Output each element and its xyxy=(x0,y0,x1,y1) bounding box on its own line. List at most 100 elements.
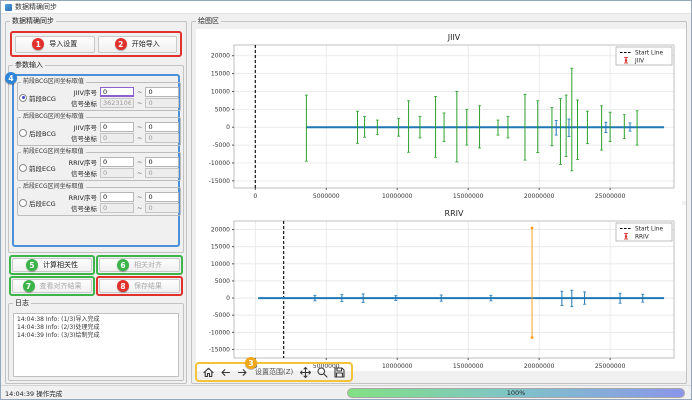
action-button-5[interactable]: 5计算相关性 xyxy=(12,258,92,272)
param-input-to[interactable] xyxy=(145,98,179,108)
svg-text:15000000: 15000000 xyxy=(453,193,484,200)
svg-text:-5000: -5000 xyxy=(213,142,231,149)
step-4-badge: 4 xyxy=(5,72,17,84)
svg-text:5000: 5000 xyxy=(215,106,230,113)
pan-icon[interactable] xyxy=(299,366,312,379)
log-line: 14:04:38 Info: (1/3)导入完成 xyxy=(17,316,175,324)
param-box: 前段BCG区间坐标取值前段BCGJIIV序号~信号坐标~ xyxy=(17,78,181,111)
param-label: 信号坐标 xyxy=(63,203,97,213)
log-line: 14:04:38 Info: (2/3)处理完成 xyxy=(17,324,175,332)
param-input-to[interactable] xyxy=(145,203,179,213)
app-window: 数据精确同步 数据精确同步 1 导入设置 2 开始导入 参数输入 4 前段BCG… xyxy=(0,0,692,400)
params-blue-box: 4 前段BCG区间坐标取值前段BCGJIIV序号~信号坐标~后段BCG区间坐标取… xyxy=(12,74,180,247)
svg-text:RRIV: RRIV xyxy=(635,235,649,241)
radio-dot-icon[interactable] xyxy=(19,199,27,207)
chart-jiiv[interactable]: -15000-10000-500005000100001500020000050… xyxy=(196,29,686,201)
param-input-to[interactable] xyxy=(145,122,179,132)
radio-dot-icon[interactable] xyxy=(19,164,27,172)
svg-text:15000: 15000 xyxy=(211,244,230,251)
param-input-from[interactable] xyxy=(100,87,134,97)
range-separator: ~ xyxy=(137,123,142,131)
svg-text:-10000: -10000 xyxy=(209,160,230,167)
start-import-button[interactable]: 2 开始导入 xyxy=(98,36,178,53)
action-button-box: 6相关对齐 xyxy=(96,255,183,275)
param-input-from[interactable] xyxy=(100,122,134,132)
action-button-box: 7查看对齐结果 xyxy=(9,276,95,296)
svg-text:10000: 10000 xyxy=(211,88,230,95)
action-buttons: 5计算相关性 6相关对齐 7查看对齐结果 8保存结果 xyxy=(9,255,183,297)
import-settings-label: 导入设置 xyxy=(49,39,77,49)
svg-text:-15000: -15000 xyxy=(209,346,230,353)
param-label: JIIV序号 xyxy=(63,87,97,97)
radio-label: 后段BCG xyxy=(29,128,56,138)
svg-text:RRIV: RRIV xyxy=(445,209,464,218)
chart-rriv[interactable]: -15000-10000-500005000100001500020000050… xyxy=(196,205,686,371)
param-input-to[interactable] xyxy=(145,133,179,143)
home-icon[interactable] xyxy=(202,366,215,379)
radio-前段ECG[interactable]: 前段ECG xyxy=(19,163,61,173)
set-range-label: 设置范围(Z) xyxy=(255,368,293,376)
param-input-from[interactable] xyxy=(100,203,134,213)
radio-dot-icon[interactable] xyxy=(19,129,27,137)
back-icon[interactable] xyxy=(219,366,232,379)
svg-text:15000000: 15000000 xyxy=(453,363,484,370)
radio-label: 前段BCG xyxy=(29,93,56,103)
step-8-badge: 8 xyxy=(117,280,129,292)
svg-text:-5000: -5000 xyxy=(213,312,231,319)
action-button-8[interactable]: 8保存结果 xyxy=(99,279,180,293)
param-box-title: 前段BCG区间坐标取值 xyxy=(21,78,86,86)
step-1-badge: 1 xyxy=(32,38,44,50)
svg-text:5000: 5000 xyxy=(215,278,230,285)
radio-label: 前段ECG xyxy=(29,163,56,173)
param-input-to[interactable] xyxy=(145,157,179,167)
param-input-to[interactable] xyxy=(145,168,179,178)
action-button-6[interactable]: 6相关对齐 xyxy=(99,258,180,272)
svg-text:25000000: 25000000 xyxy=(595,363,626,370)
param-box: 后段BCG区间坐标取值后段BCGJIIV序号~信号坐标~ xyxy=(17,113,181,146)
step-6-badge: 6 xyxy=(117,259,129,271)
left-panel-title: 数据精确同步 xyxy=(10,17,56,25)
param-box: 后段ECG区间坐标取值后段ECGRRIV序号~信号坐标~ xyxy=(17,183,181,216)
app-icon xyxy=(5,4,12,11)
figure-canvas[interactable]: -15000-10000-500005000100001500020000050… xyxy=(196,29,682,368)
range-separator: ~ xyxy=(137,99,142,107)
action-button-7[interactable]: 7查看对齐结果 xyxy=(12,279,92,293)
param-input-from[interactable] xyxy=(100,98,134,108)
svg-text:Start Line: Start Line xyxy=(635,51,664,57)
param-label: RRIV序号 xyxy=(63,192,97,202)
param-input-from[interactable] xyxy=(100,133,134,143)
param-label: 信号坐标 xyxy=(63,168,97,178)
radio-前段BCG[interactable]: 前段BCG xyxy=(19,93,61,103)
param-input-to[interactable] xyxy=(145,192,179,202)
param-input-to[interactable] xyxy=(145,87,179,97)
svg-text:10000000: 10000000 xyxy=(382,193,413,200)
action-button-box: 8保存结果 xyxy=(96,276,183,296)
import-settings-button[interactable]: 1 导入设置 xyxy=(15,36,95,53)
window-title: 数据精确同步 xyxy=(15,2,57,12)
plot-panel-title: 绘图区 xyxy=(196,17,221,25)
action-button-label: 查看对齐结果 xyxy=(40,281,82,291)
titlebar: 数据精确同步 xyxy=(1,1,691,14)
radio-后段BCG[interactable]: 后段BCG xyxy=(19,128,61,138)
param-input-from[interactable] xyxy=(100,157,134,167)
log-line: 14:04:39 Info: (3/3)绘制完成 xyxy=(17,332,175,340)
log-area[interactable]: 14:04:38 Info: (1/3)导入完成14:04:38 Info: (… xyxy=(13,313,179,377)
svg-text:Start Line: Start Line xyxy=(635,227,664,233)
svg-text:20000000: 20000000 xyxy=(524,363,555,370)
action-button-label: 计算相关性 xyxy=(43,260,78,270)
zoom-icon[interactable] xyxy=(316,366,329,379)
param-input-from[interactable] xyxy=(100,168,134,178)
svg-text:JIIV: JIIV xyxy=(447,33,461,42)
radio-后段ECG[interactable]: 后段ECG xyxy=(19,198,61,208)
save-icon[interactable] xyxy=(333,366,346,379)
param-input-from[interactable] xyxy=(100,192,134,202)
step-3-badge: 3 xyxy=(245,357,257,369)
param-box: 前段ECG区间坐标取值前段ECGRRIV序号~信号坐标~ xyxy=(17,148,181,181)
main-area: 数据精确同步 1 导入设置 2 开始导入 参数输入 4 前段BCG区间坐标取值前… xyxy=(1,15,691,385)
log-group-title: 日志 xyxy=(13,299,31,307)
set-range-button[interactable]: 3设置范围(Z) xyxy=(253,367,295,377)
radio-dot-icon[interactable] xyxy=(19,94,27,102)
status-bar: 14:04:39 操作完成 100% xyxy=(1,385,691,399)
param-box-title: 前段ECG区间坐标取值 xyxy=(21,148,86,156)
plot-toolbar: 3设置范围(Z) xyxy=(195,362,353,382)
